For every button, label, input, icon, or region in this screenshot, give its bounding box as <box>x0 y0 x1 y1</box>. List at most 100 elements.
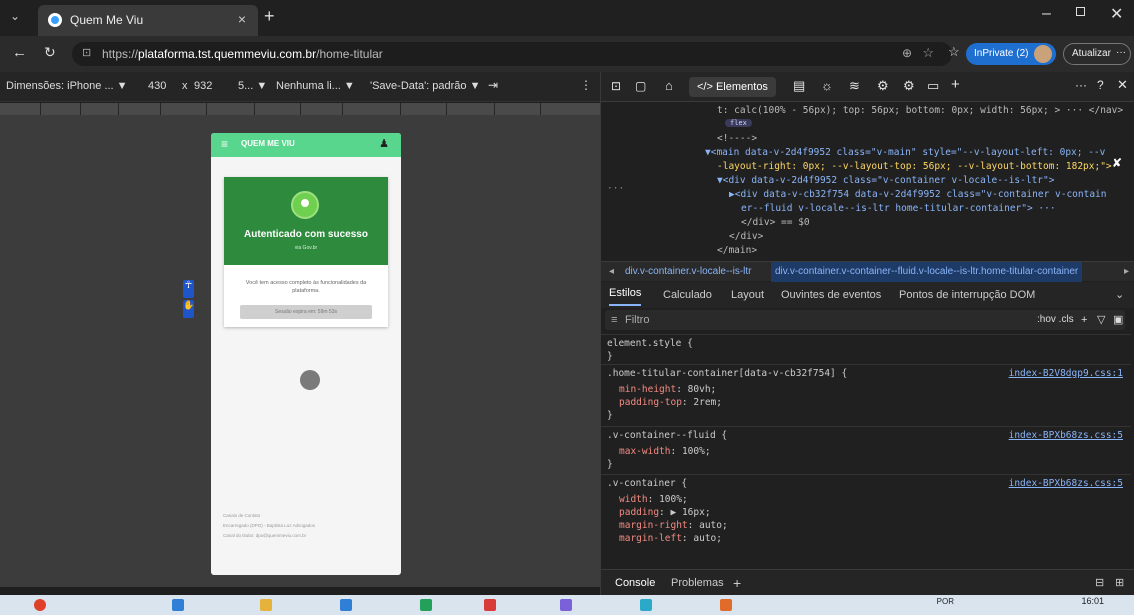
notification-icon[interactable] <box>34 599 46 611</box>
css-selector[interactable]: .v-container--fluid { <box>607 430 727 441</box>
breadcrumb-item[interactable]: div.v-container.v-locale--is-ltr <box>625 262 752 282</box>
css-rule[interactable]: .home-titular-container[data-v-cb32f754]… <box>601 364 1131 424</box>
dom-flex-badge[interactable]: flex <box>725 119 752 127</box>
restore-button[interactable] <box>1076 7 1085 16</box>
reload-icon[interactable]: ↻ <box>44 44 56 61</box>
css-rule[interactable]: .v-container--fluid { index-BPXb68zs.css… <box>601 426 1131 472</box>
help-icon[interactable]: ? <box>1097 78 1104 92</box>
taskbar-app-icon[interactable] <box>340 599 352 611</box>
undock-icon[interactable]: ⊞ <box>1115 570 1124 596</box>
dom-ellipsis-icon[interactable]: ··· <box>607 183 624 194</box>
dom-line[interactable]: </div> <box>729 231 763 242</box>
paint-icon[interactable]: ▽ <box>1097 310 1105 330</box>
taskbar-app-icon[interactable] <box>420 599 432 611</box>
dom-line[interactable]: </div> == $0 <box>741 217 810 228</box>
dom-line-selected[interactable]: ▶<div data-v-cb32f754 data-v-2d4f9952 cl… <box>729 189 1107 200</box>
width-input[interactable]: 430 <box>148 80 166 92</box>
devtools-close-icon[interactable]: ✕ <box>1117 77 1128 93</box>
zoom-icon[interactable]: ⊕ <box>902 46 912 60</box>
dom-line[interactable]: </main> <box>717 245 757 256</box>
performance-icon[interactable]: ☼ <box>821 78 833 93</box>
profile-icon[interactable]: ♟ <box>379 137 389 150</box>
address-input[interactable]: ⊡ https://plataforma.tst.quemmeviu.com.b… <box>72 42 952 66</box>
tab-dom-breakpoints[interactable]: Pontos de interrupção DOM <box>899 282 1035 308</box>
breadcrumb-item-active[interactable]: div.v-container.v-container--fluid.v-loc… <box>771 262 1083 282</box>
breadcrumb-right-arrow-icon[interactable]: ▸ <box>1124 262 1129 282</box>
add-panel-icon[interactable]: + <box>951 76 960 93</box>
taskbar-app-icon[interactable] <box>260 599 272 611</box>
back-arrow-icon[interactable]: ← <box>12 44 27 61</box>
css-selector[interactable]: .home-titular-container[data-v-cb32f754]… <box>607 368 847 379</box>
dock-icon[interactable]: ⊟ <box>1095 570 1104 596</box>
filter-tools[interactable]: :hov .cls <box>1037 310 1074 330</box>
css-prop[interactable]: padding: ▶ 16px; <box>619 507 711 518</box>
tab-computed[interactable]: Calculado <box>663 282 712 308</box>
tab-styles[interactable]: Estilos <box>609 282 642 306</box>
new-rule-icon[interactable]: + <box>1081 310 1087 330</box>
dom-line[interactable]: -layout-right: 0px; --v-layout-top: 56px… <box>717 161 1112 172</box>
sidebar-toggle-icon[interactable]: ▣ <box>1113 310 1123 330</box>
device-mode-icon[interactable]: ▢ <box>635 79 646 93</box>
add-drawer-tab-button[interactable]: + <box>733 570 741 596</box>
css-source-link[interactable]: index-BPXb68zs.css:5 <box>1009 478 1123 489</box>
tab-layout[interactable]: Layout <box>731 282 764 308</box>
tab-event-listeners[interactable]: Ouvintes de eventos <box>781 282 881 308</box>
devtools-more-icon[interactable]: ··· <box>1075 78 1087 92</box>
inprivate-badge[interactable]: InPrivate (2) <box>966 43 1056 65</box>
breadcrumb-left-arrow-icon[interactable]: ◂ <box>609 262 614 282</box>
clock[interactable]: 16:01 <box>1081 596 1104 606</box>
new-tab-button[interactable]: + <box>264 6 275 27</box>
menu-icon[interactable]: ≡ <box>221 137 228 151</box>
tab-close-button[interactable]: × <box>238 11 246 27</box>
css-prop[interactable]: min-height: 80vh; <box>619 384 716 395</box>
css-rule[interactable]: element.style { } <box>601 334 1131 362</box>
more-options-icon[interactable]: ⋮ <box>580 78 592 92</box>
taskbar-app-icon[interactable] <box>172 599 184 611</box>
settings-icon[interactable]: ⚙ <box>903 78 915 94</box>
update-button[interactable]: Atualizar ··· <box>1063 43 1131 65</box>
taskbar-app-icon[interactable] <box>560 599 572 611</box>
css-source-link[interactable]: index-BPXb68zs.css:5 <box>1009 430 1123 441</box>
taskbar-app-icon[interactable] <box>720 599 732 611</box>
dom-line[interactable]: ▼<main data-v-2d4f9952 class="v-main" st… <box>705 147 1105 158</box>
css-source-link[interactable]: index-B2V8dgp9.css:1 <box>1009 368 1123 379</box>
taskbar-app-icon[interactable] <box>640 599 652 611</box>
height-input[interactable]: 932 <box>194 80 212 92</box>
home-icon[interactable]: ⌂ <box>665 78 673 93</box>
language-indicator[interactable]: POR <box>937 597 954 606</box>
save-data-select[interactable]: 'Save-Data': padrão ▼ <box>370 80 480 92</box>
css-prop[interactable]: margin-right: auto; <box>619 520 728 531</box>
css-prop[interactable]: margin-left: auto; <box>619 533 722 544</box>
css-rule[interactable]: .v-container { index-BPXb68zs.css:5 widt… <box>601 474 1131 564</box>
footer-line[interactable]: Canal do titular: dpo@quemmeviu.com.br <box>223 531 393 541</box>
css-selector[interactable]: .v-container { <box>607 478 687 489</box>
dom-line[interactable]: <!----> <box>717 133 757 144</box>
taskbar-app-icon[interactable] <box>484 599 496 611</box>
tab-elements[interactable]: </> Elementos <box>689 77 776 97</box>
inspect-icon[interactable]: ⊡ <box>611 79 621 93</box>
css-prop[interactable]: max-width: 100%; <box>619 446 711 457</box>
dom-line[interactable]: t: calc(100% - 56px); top: 56px; bottom:… <box>717 105 1123 116</box>
favorites-icon[interactable]: ☆ <box>948 44 960 60</box>
session-timer-button[interactable]: Sessão expira em: 59m 53s <box>240 305 372 319</box>
sign-language-icon[interactable]: ✋ <box>183 300 194 318</box>
dom-line[interactable]: er--fluid v-locale--is-ltr home-titular-… <box>741 203 1056 214</box>
device-select[interactable]: Dimensões: iPhone ... ▼ <box>6 80 128 92</box>
network-icon[interactable]: ≋ <box>849 78 860 94</box>
close-window-button[interactable]: ✕ <box>1110 4 1123 24</box>
dom-line[interactable]: ▼<div data-v-2d4f9952 class="v-container… <box>717 175 1054 186</box>
inspect-pick-icon[interactable]: ✘ <box>1113 155 1121 171</box>
application-icon[interactable]: ▭ <box>927 78 939 94</box>
console-icon[interactable]: ▤ <box>793 78 805 94</box>
browser-tab[interactable]: Quem Me Viu × <box>38 5 258 36</box>
tab-list-chevron-icon[interactable]: ⌄ <box>10 9 20 23</box>
styles-filter-input[interactable]: ≡ Filtro :hov .cls + ▽ ▣ <box>605 310 1125 330</box>
accessibility-icon[interactable]: ☥ <box>183 280 194 298</box>
favorite-star-icon[interactable]: ☆ <box>922 45 934 61</box>
footer-line[interactable]: Encarregado (DPO) - Baptista Luz Advogad… <box>223 521 393 531</box>
zoom-select[interactable]: 5... ▼ <box>238 80 267 92</box>
css-prop[interactable]: width: 100%; <box>619 494 688 505</box>
tab-console[interactable]: Console <box>615 570 655 596</box>
throttle-select[interactable]: Nenhuma li... ▼ <box>276 80 355 92</box>
tab-problems[interactable]: Problemas <box>671 570 724 596</box>
